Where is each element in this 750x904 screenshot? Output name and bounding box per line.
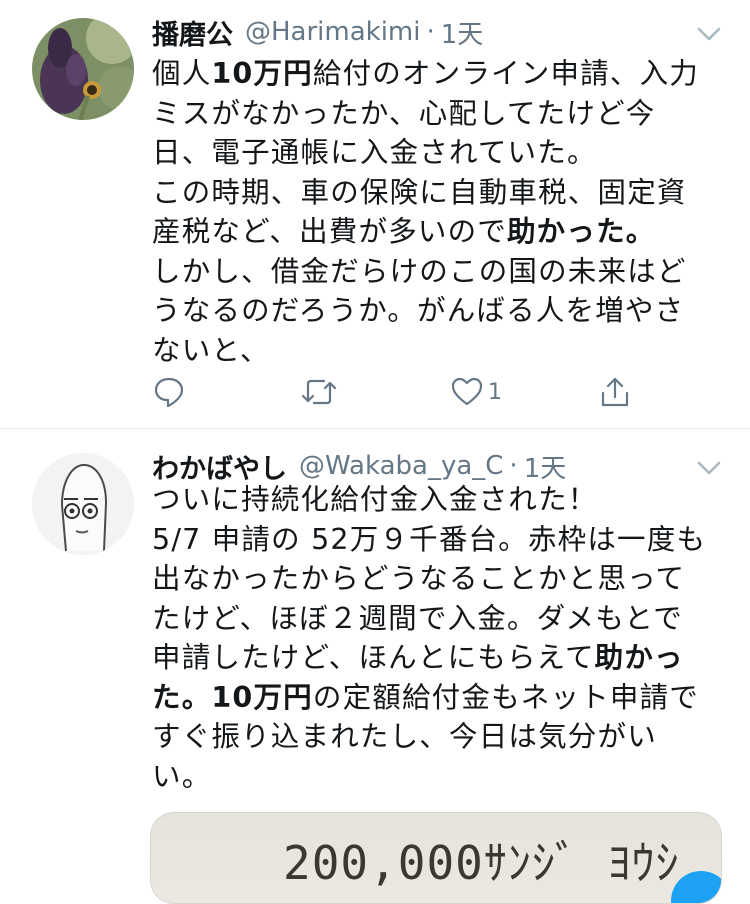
chevron-down-icon[interactable]	[696, 25, 722, 43]
text-segment: 日、電子通帳に入金されていた。	[152, 136, 597, 169]
text-segment: たけど、ほぼ２週間で入金。ダメもとで	[152, 601, 683, 635]
bold-text: 10万円	[211, 57, 313, 90]
tweet-text-line: この時期、車の保険に自動車税、固定資	[152, 173, 720, 213]
text-segment: の定額給付金もネット申請で	[312, 680, 699, 714]
like-count: 1	[488, 379, 502, 405]
avatar[interactable]	[32, 453, 134, 555]
tweet-text-line: い。	[152, 757, 720, 797]
tweet-text-line: ないと、	[152, 331, 720, 371]
text-segment: しかし、借金だらけのこの国の未来はど	[152, 254, 687, 288]
separator-dot: ·	[426, 17, 435, 47]
timestamp[interactable]: 1天	[441, 14, 484, 51]
heart-icon	[451, 377, 483, 406]
reply-icon	[154, 377, 184, 408]
text-segment: この時期、車の保険に自動車税、固定資	[152, 175, 687, 209]
user-handle[interactable]: @Harimakimi	[245, 17, 421, 47]
avatar-drawing-image	[32, 453, 134, 555]
tweet-header: 播磨公 @Harimakimi · 1天	[152, 12, 726, 52]
tweet-text-line: ミスがなかったか、心配してたけど今	[152, 94, 720, 134]
tweet-text-line: たけど、ほぼ２週間で入金。ダメもとで	[152, 599, 720, 639]
share-icon	[601, 377, 629, 407]
user-handle[interactable]: @Wakaba_ya_C	[299, 451, 503, 481]
share-button[interactable]	[598, 372, 632, 412]
avatar[interactable]	[32, 18, 134, 120]
avatar-lavender-image	[32, 18, 134, 120]
tweet-text-line: 5/7 申請の 52万９千番台。赤枠は一度も	[152, 520, 720, 560]
text-segment: ついに持続化給付金入金された！	[152, 483, 598, 516]
tweet-text: 個人10万円給付のオンライン申請、入力 ミスがなかったか、心配してたけど今 日、電子…	[152, 54, 720, 370]
text-segment: 産税など、出費が多いので	[152, 215, 507, 248]
like-button[interactable]: 1	[450, 372, 502, 412]
text-segment: 個人	[152, 57, 212, 90]
tweet-1[interactable]: 播磨公 @Harimakimi · 1天 個人10万円給付のオンライン申請、入力…	[0, 0, 750, 428]
text-segment: 給付のオンライン申請、入力	[312, 57, 699, 90]
separator-dot: ·	[509, 451, 518, 481]
bold-text: 助かった。	[506, 215, 656, 248]
text-segment: すぐ振り込まれたし、今日は気分がい	[152, 720, 657, 753]
bold-text: 10万円	[211, 680, 313, 714]
display-name[interactable]: 播磨公	[152, 13, 233, 52]
tweet-text-line: うなるのだろうか。がんばる人を増やさ	[152, 291, 720, 331]
tweet-text-line: ついに持続化給付金入金された！	[152, 480, 720, 520]
bold-text: 助かっ	[594, 641, 684, 674]
tweet-text-line: 出なかったからどうなることかと思って	[152, 559, 720, 599]
retweet-icon	[301, 379, 337, 405]
tweet-actions: 1	[152, 372, 750, 412]
chevron-down-icon[interactable]	[696, 459, 722, 477]
retweet-button[interactable]	[300, 372, 342, 412]
reply-button[interactable]	[152, 372, 190, 412]
text-segment: 申請したけど、ほんとにもらえて	[152, 641, 595, 674]
tweet-text: ついに持続化給付金入金された！ 5/7 申請の 52万９千番台。赤枠は一度も 出なか…	[152, 480, 720, 796]
timestamp[interactable]: 1天	[524, 448, 567, 485]
text-segment: い。	[152, 759, 212, 793]
tweet-text-line: た。10万円の定額給付金もネット申請で	[152, 678, 720, 718]
bold-text: た。	[152, 680, 212, 714]
tweet-text-line: 個人10万円給付のオンライン申請、入力	[152, 54, 720, 94]
tweet-text-line: 産税など、出費が多いので助かった。	[152, 212, 720, 252]
timeline: 播磨公 @Harimakimi · 1天 個人10万円給付のオンライン申請、入力…	[0, 0, 750, 904]
tweet-text-line: 日、電子通帳に入金されていた。	[152, 133, 720, 173]
text-segment: ミスがなかったか、心配してたけど今	[152, 96, 656, 130]
tweet-media-image[interactable]: 200,000ｻﾝｼﾞ ﾖｳｼ	[150, 812, 722, 904]
text-segment: ないと、	[152, 333, 270, 367]
tweet-text-line: しかし、借金だらけのこの国の未来はど	[152, 252, 720, 292]
text-segment: 出なかったからどうなることかと思って	[152, 562, 686, 595]
media-text: 200,000ｻﾝｼﾞ ﾖｳｼ	[283, 836, 680, 890]
text-segment: 5/7 申請の 52万９千番台。赤枠は一度も	[152, 522, 707, 556]
text-segment: うなるのだろうか。がんばる人を増やさ	[152, 294, 685, 327]
tweet-text-line: すぐ振り込まれたし、今日は気分がい	[152, 717, 720, 757]
tweet-text-line: 申請したけど、ほんとにもらえて助かっ	[152, 638, 720, 678]
